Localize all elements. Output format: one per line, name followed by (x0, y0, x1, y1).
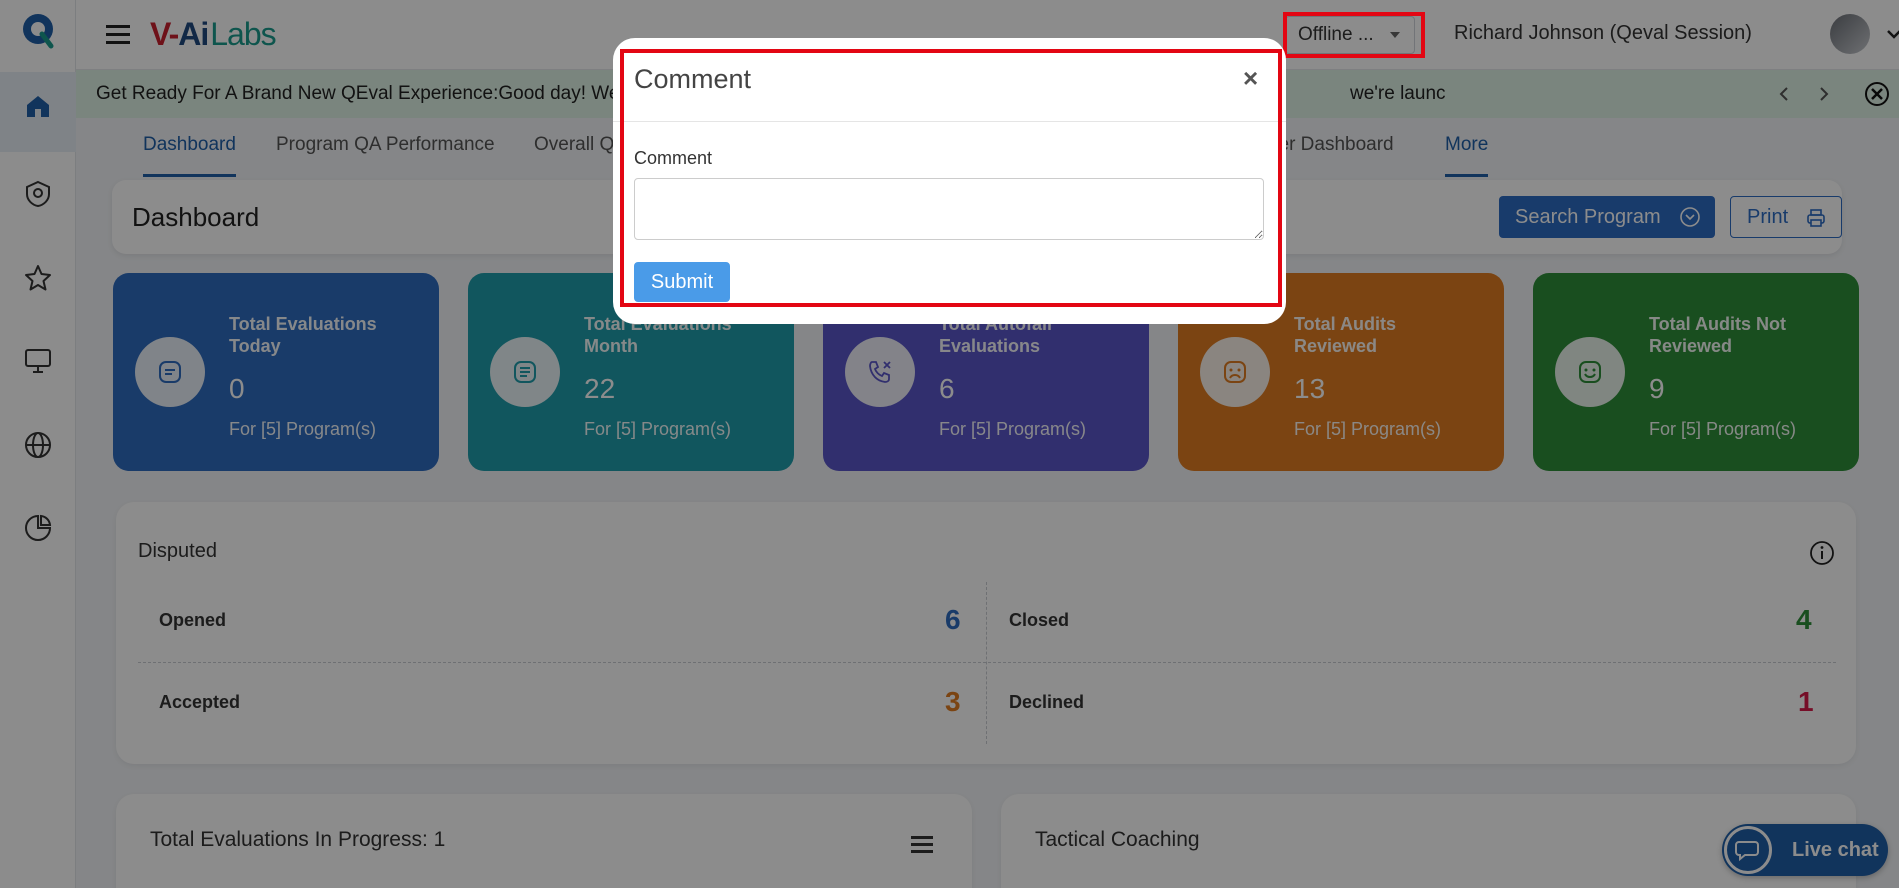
comment-modal: Comment × Comment Submit (613, 38, 1286, 324)
comment-textarea[interactable] (634, 178, 1264, 240)
modal-title: Comment (634, 64, 752, 94)
modal-header: Comment × (613, 38, 1286, 122)
comment-field-label: Comment (634, 148, 713, 168)
submit-button[interactable]: Submit (634, 262, 730, 302)
close-icon[interactable]: × (1243, 65, 1258, 91)
